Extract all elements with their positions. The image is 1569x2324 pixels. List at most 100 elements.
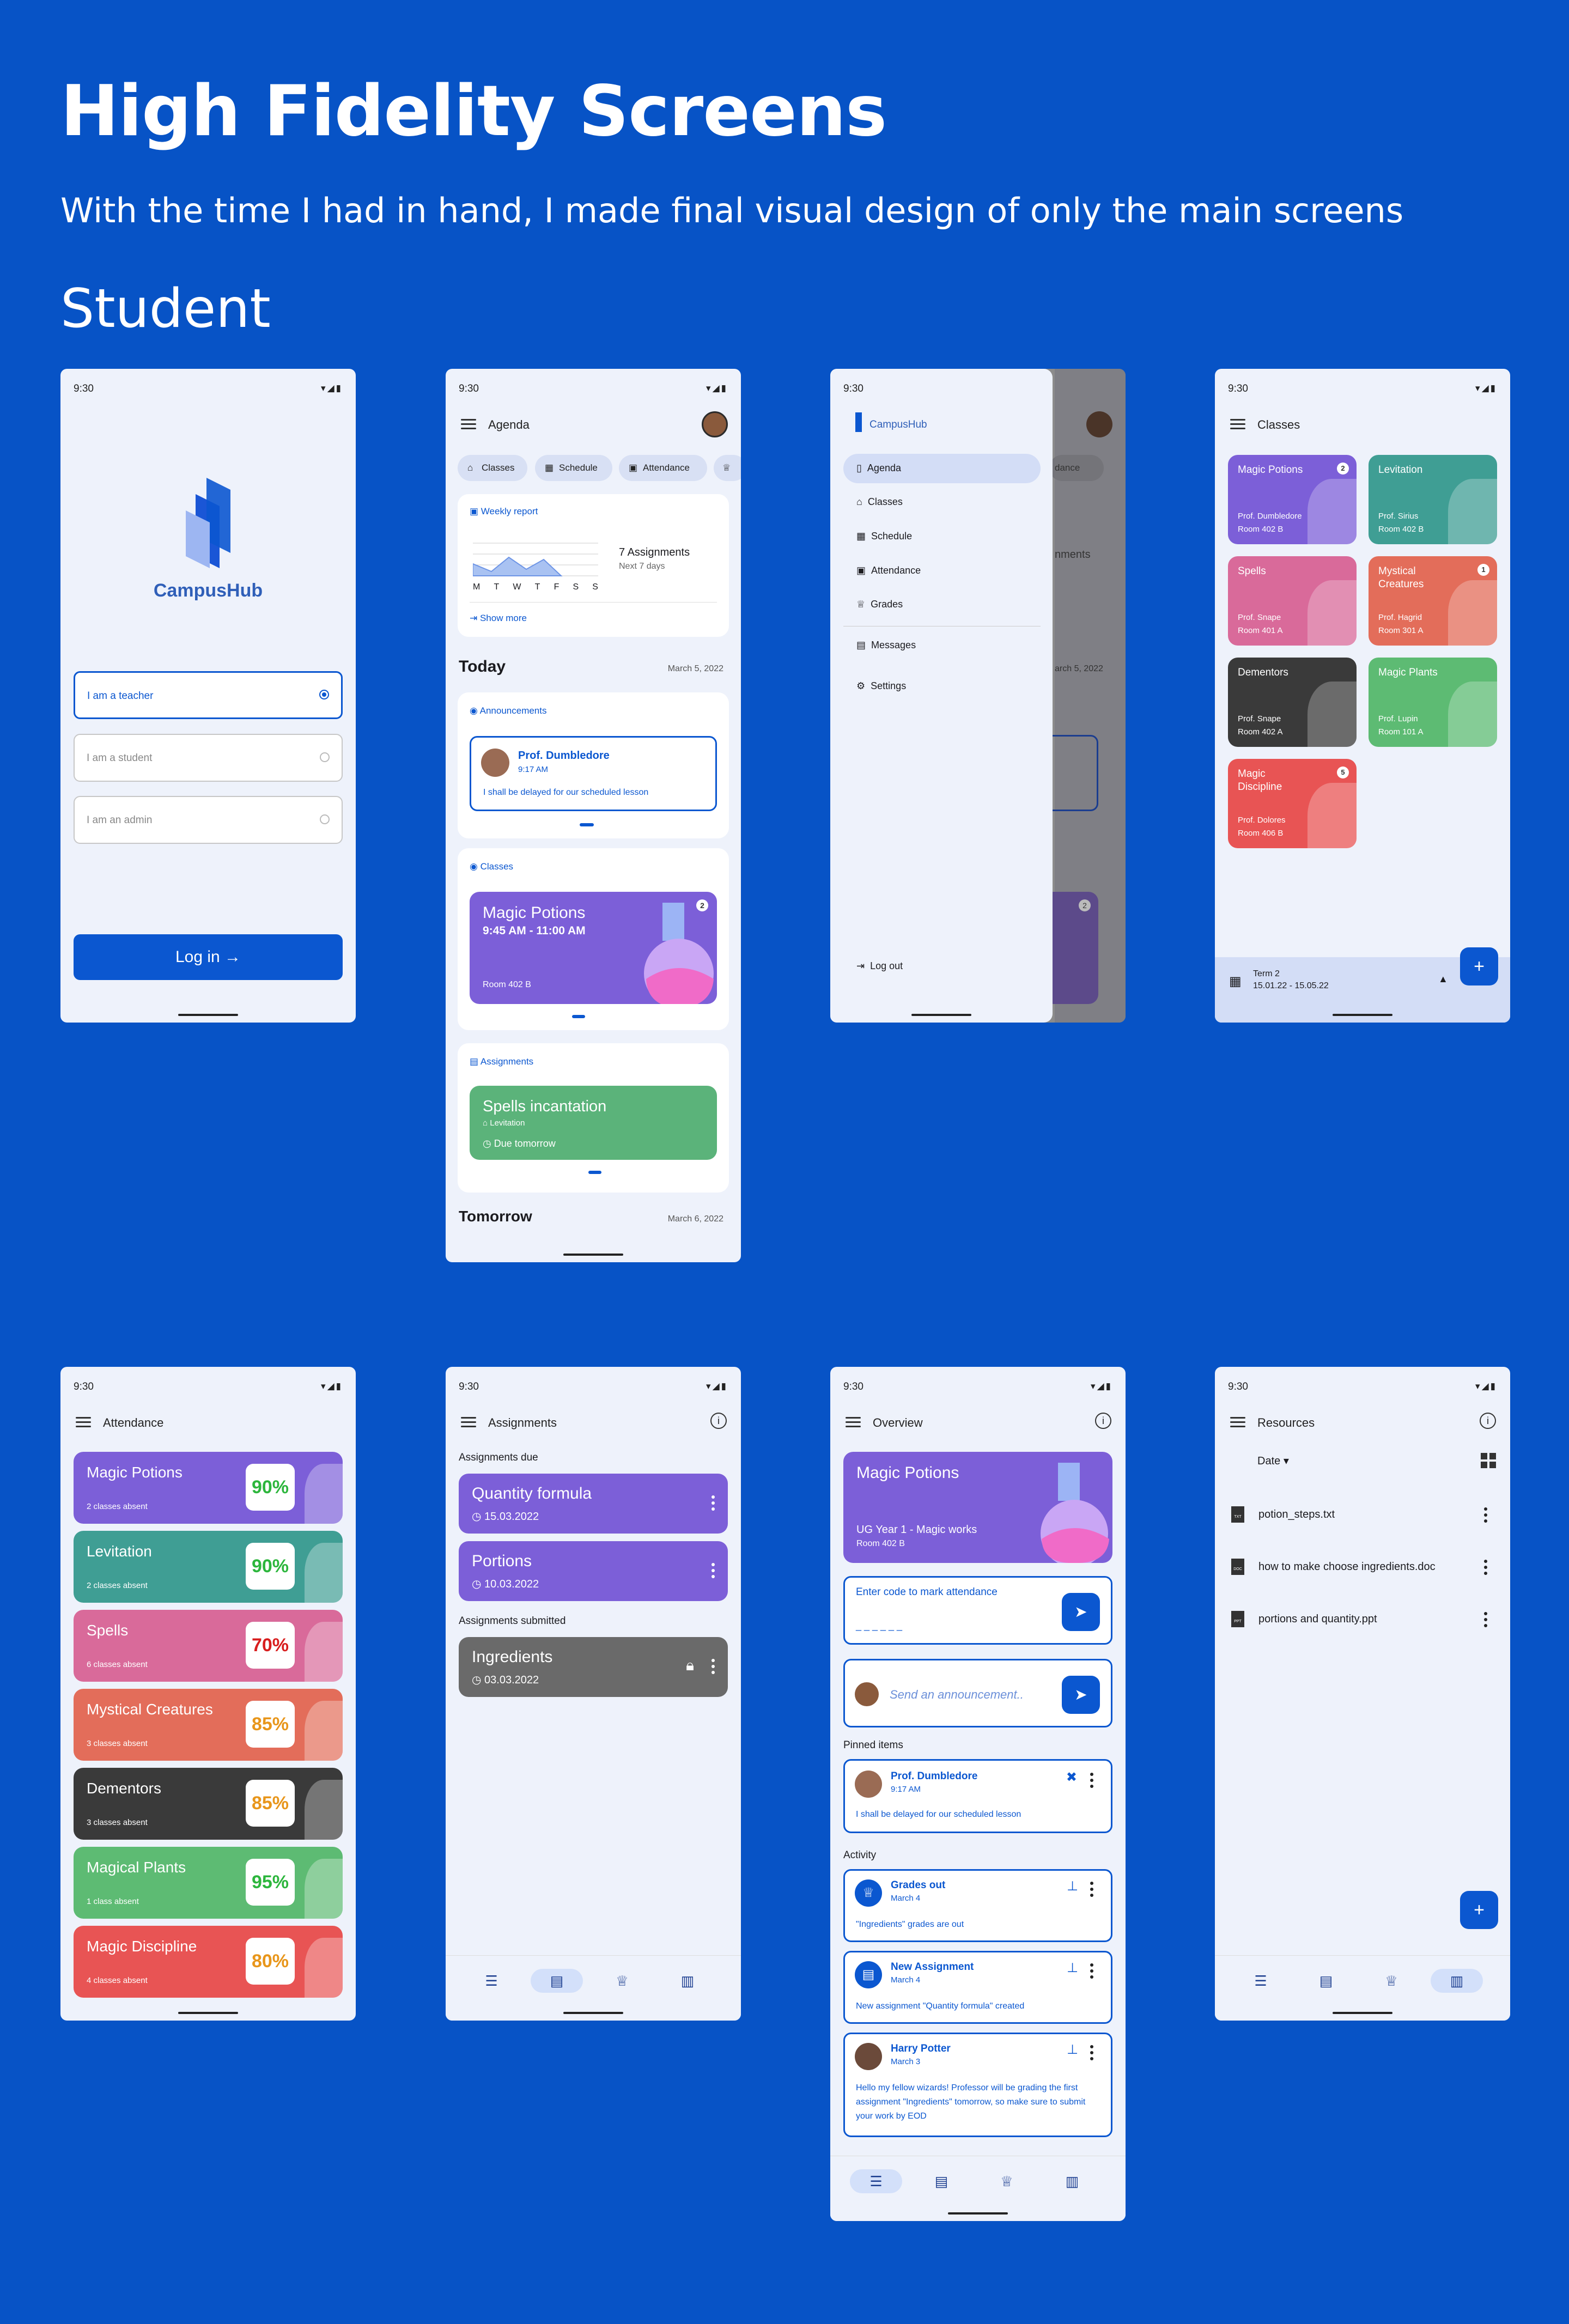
attendance-row[interactable]: Spells 6 classes absent 70% [74, 1610, 343, 1682]
more-vert-icon[interactable] [1484, 1612, 1488, 1630]
attendance-row[interactable]: Magical Plants 1 class absent 95% [74, 1847, 343, 1919]
login-button[interactable]: Log in → [74, 934, 343, 980]
drawer-item-schedule[interactable]: ▦ Schedule [856, 531, 912, 542]
class-card-magic-potions[interactable]: Magic Potions 9:45 AM - 11:00 AM Room 40… [470, 892, 717, 1004]
file-item[interactable]: DOC how to make choose ingredients.doc [1231, 1559, 1494, 1580]
grid-view-icon[interactable] [1481, 1453, 1496, 1468]
menu-icon[interactable] [461, 419, 476, 430]
weekly-report-card[interactable]: ▣ Weekly report M T W T F S S 7 Assignments Ne… [458, 494, 729, 637]
class-card[interactable]: Magic Plants Prof. Lupin Room 101 A [1369, 658, 1497, 747]
assignment-card-ingredients[interactable]: Ingredients ◷ 03.03.2022 🔒︎ [459, 1637, 728, 1697]
class-name: Levitation [1378, 464, 1423, 476]
class-card[interactable]: Magic Discipline Prof. Dolores Room 406 B 5 [1228, 759, 1357, 848]
attendance-code-field[interactable]: Enter code to mark attendance _ _ _ _ _ … [843, 1576, 1112, 1645]
announcement-item[interactable]: Prof. Dumbledore 9:17 AM I shall be dela… [470, 736, 717, 811]
assignment-card[interactable]: Spells incantation ⌂ Levitation ◷ Due to… [470, 1086, 717, 1160]
drawer-item-classes[interactable]: ⌂ Classes [856, 496, 903, 508]
more-vert-icon[interactable] [1090, 1773, 1094, 1791]
attendance-row[interactable]: Dementors 3 classes absent 85% [74, 1768, 343, 1840]
menu-icon[interactable] [461, 1417, 476, 1428]
more-vert-icon[interactable] [1090, 1882, 1094, 1900]
class-card[interactable]: Magic Potions Prof. Dumbledore Room 402 B 2 [1228, 455, 1357, 544]
chip-grades[interactable]: ♕ [714, 455, 741, 481]
assignment-card-quantity-formula[interactable]: Quantity formula ◷ 15.03.2022 [459, 1474, 728, 1534]
chevron-up-icon[interactable]: ▲ [1438, 974, 1448, 985]
avatar[interactable] [702, 411, 728, 437]
announcements-card[interactable]: ◉ Announcements Prof. Dumbledore 9:17 AM… [458, 692, 729, 838]
more-vert-icon[interactable] [711, 1495, 716, 1513]
info-icon[interactable]: i [1480, 1413, 1496, 1429]
add-resource-button[interactable]: + [1460, 1891, 1498, 1929]
nav-assignments-icon[interactable]: ▤ [531, 1969, 583, 1993]
nav-overview-icon[interactable]: ☰ [1234, 1969, 1287, 1993]
attendance-row[interactable]: Magic Discipline 4 classes absent 80% [74, 1926, 343, 1998]
chip-attendance[interactable]: ▣ Attendance [619, 455, 707, 481]
attendance-row[interactable]: Magic Potions 2 classes absent 90% [74, 1452, 343, 1524]
unpin-icon[interactable]: ✖ [1066, 1769, 1077, 1785]
info-icon[interactable]: i [1095, 1413, 1111, 1429]
pin-icon[interactable]: ⊥ [1067, 2042, 1078, 2058]
radio-selected-icon[interactable] [319, 690, 329, 699]
more-vert-icon[interactable] [1090, 1963, 1094, 1981]
nav-assignments-icon[interactable]: ▤ [1300, 1969, 1352, 1993]
role-option-student[interactable]: I am a student [74, 734, 343, 782]
more-vert-icon[interactable] [1484, 1560, 1488, 1578]
attendance-percent: 85% [246, 1780, 295, 1827]
drawer-item-agenda[interactable]: ▯ Agenda [856, 463, 901, 474]
pin-icon[interactable]: ⊥ [1067, 1878, 1078, 1894]
activity-item[interactable]: Harry Potter March 3 Hello my fellow wizar… [843, 2033, 1112, 2137]
radio-icon[interactable] [320, 814, 330, 824]
announcement-input[interactable]: Send an announcement.. ➤ [843, 1659, 1112, 1727]
sort-dropdown[interactable]: Date ▾ [1257, 1454, 1289, 1468]
drawer-item-messages[interactable]: ▤ Messages [856, 640, 916, 651]
add-class-button[interactable]: + [1460, 947, 1498, 985]
more-vert-icon[interactable] [1090, 2045, 1094, 2063]
info-icon[interactable]: i [710, 1413, 727, 1429]
class-card[interactable]: Mystical Creatures Prof. Hagrid Room 301 A… [1369, 556, 1497, 646]
nav-resources-icon[interactable]: ▥ [661, 1969, 714, 1993]
activity-item[interactable]: ♕ Grades out March 4 "Ingredients" grades a… [843, 1869, 1112, 1942]
nav-resources-icon[interactable]: ▥ [1431, 1969, 1483, 1993]
more-vert-icon[interactable] [711, 1659, 716, 1677]
nav-overview-icon[interactable]: ☰ [465, 1969, 518, 1993]
classes-card[interactable]: ◉ Classes Magic Potions 9:45 AM - 11:00 … [458, 848, 729, 1030]
role-option-teacher[interactable]: I am a teacher [74, 671, 343, 719]
more-vert-icon[interactable] [1484, 1507, 1488, 1525]
send-announcement-button[interactable]: ➤ [1062, 1676, 1100, 1714]
nav-overview-icon[interactable]: ☰ [850, 2169, 902, 2193]
drawer-item-grades[interactable]: ♕ Grades [856, 599, 903, 610]
attendance-row[interactable]: Levitation 2 classes absent 90% [74, 1531, 343, 1603]
pin-icon[interactable]: ⊥ [1067, 1960, 1078, 1976]
assignment-card-portions[interactable]: Portions ◷ 10.03.2022 [459, 1541, 728, 1601]
attendance-row[interactable]: Mystical Creatures 3 classes absent 85% [74, 1689, 343, 1761]
send-code-button[interactable]: ➤ [1062, 1593, 1100, 1631]
chip-classes[interactable]: ⌂ Classes [458, 455, 527, 481]
menu-icon[interactable] [846, 1417, 861, 1428]
show-more-link[interactable]: ⇥ Show more [470, 613, 527, 624]
chip-schedule[interactable]: ▦ Schedule [535, 455, 612, 481]
pinned-item[interactable]: Prof. Dumbledore 9:17 AM I shall be dela… [843, 1759, 1112, 1833]
logout-button[interactable]: ⇥ Log out [856, 960, 903, 972]
class-card[interactable]: Dementors Prof. Snape Room 402 A [1228, 658, 1357, 747]
nav-grades-icon[interactable]: ♕ [596, 1969, 648, 1993]
role-option-admin[interactable]: I am an admin [74, 796, 343, 844]
nav-grades-icon[interactable]: ♕ [981, 2169, 1033, 2193]
more-vert-icon[interactable] [711, 1563, 716, 1581]
nav-grades-icon[interactable]: ♕ [1365, 1969, 1418, 1993]
file-item[interactable]: TXT potion_steps.txt [1231, 1506, 1494, 1528]
drawer-item-attendance[interactable]: ▣ Attendance [856, 565, 921, 576]
menu-icon[interactable] [1230, 1417, 1245, 1428]
class-card[interactable]: Spells Prof. Snape Room 401 A [1228, 556, 1357, 646]
menu-icon[interactable] [76, 1417, 91, 1428]
menu-icon[interactable] [1230, 419, 1245, 430]
scrim[interactable]: dance nments arch 5, 2022 2 [1044, 369, 1126, 1023]
radio-icon[interactable] [320, 752, 330, 762]
file-item[interactable]: PPT portions and quantity.ppt [1231, 1611, 1494, 1633]
term-bar[interactable]: ▦ Term 2 15.01.22 - 15.05.22 ▲ + [1215, 947, 1510, 1023]
class-card[interactable]: Levitation Prof. Sirius Room 402 B [1369, 455, 1497, 544]
drawer-item-settings[interactable]: ⚙ Settings [856, 680, 906, 692]
nav-resources-icon[interactable]: ▥ [1046, 2169, 1098, 2193]
nav-assignments-icon[interactable]: ▤ [915, 2169, 968, 2193]
activity-item[interactable]: ▤ New Assignment March 4 New assignment "Qu… [843, 1951, 1112, 2024]
assignments-card[interactable]: ▤ Assignments Spells incantation ⌂ Levit… [458, 1043, 729, 1193]
